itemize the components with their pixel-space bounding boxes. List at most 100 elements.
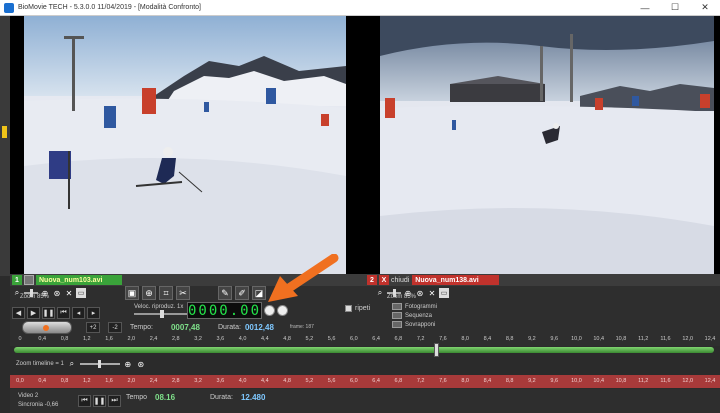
repeat-option[interactable]: ripeti	[345, 305, 370, 312]
sync-label: Sincronia -0,66	[18, 402, 59, 408]
bottom-forward-icon[interactable]: ⏭	[108, 395, 121, 407]
clock-buttons	[264, 305, 288, 316]
track-tick: 3,6	[216, 378, 225, 384]
ruler-tick: 11,2	[638, 336, 649, 342]
right-clip-close-icon[interactable]: X	[379, 275, 389, 285]
left-tool-row: ▣ ⊕ ⌗ ✂	[125, 286, 190, 300]
ruler-tick: 5,2	[305, 336, 314, 342]
track-tick: 2,4	[149, 378, 158, 384]
bottom-bar: Video 2 Sincronia -0,66 ⏮ ❚❚ ⏭ Tempo 08.…	[10, 389, 720, 413]
mode-sequenza[interactable]: Sequenza	[392, 312, 437, 319]
scissors-icon[interactable]: ✂	[176, 286, 190, 300]
ruler-tick: 8,0	[461, 336, 469, 342]
ruler-tick: 3,6	[216, 336, 225, 342]
speed-slider[interactable]	[134, 310, 188, 318]
control-panel: ⌕ ⊕ ⊛ ✕ ▭ Zoom 85% ▣ ⊕ ⌗ ✂ ✎ ✐ ◪ ⌕ ⊕ ⊛ ✕…	[10, 286, 720, 336]
right-clip-close-label[interactable]: chiudi	[391, 277, 409, 284]
mode-sovrapponi-label: Sovrapponi	[405, 321, 436, 328]
bottom-pause-icon[interactable]: ❚❚	[93, 395, 106, 407]
overlay-icon	[392, 321, 402, 328]
durata-value: 0012,48	[244, 323, 274, 332]
close-button[interactable]: ✕	[690, 0, 720, 16]
film-icon	[392, 303, 402, 310]
right-frame-icon[interactable]: ▭	[439, 288, 449, 298]
ruler-tick: 7,2	[416, 336, 425, 342]
mode-sovrapponi[interactable]: Sovrapponi	[392, 321, 437, 328]
play-icon[interactable]: ▶	[27, 307, 40, 319]
timeline-ruler: 0 0,4 0,8 1,2 1,6 2,0 2,4 2,8 3,2 3,6 4,0 4,4 4,8 5,2…	[10, 336, 720, 346]
timeline-thumb[interactable]	[434, 343, 439, 357]
step-minus-button[interactable]: -2	[108, 322, 122, 333]
draw-icon[interactable]: ✎	[218, 286, 232, 300]
rewind-icon[interactable]: ⏮	[57, 307, 70, 319]
app-icon	[4, 2, 14, 13]
step-back-icon[interactable]: ◀	[12, 307, 25, 319]
mode-sequenza-label: Sequenza	[405, 312, 433, 319]
monitor-icon[interactable]: ▣	[125, 286, 139, 300]
ruler-tick: 0	[18, 336, 22, 342]
ruler-tick: 12,4	[704, 336, 716, 342]
ruler-tick: 2,8	[171, 336, 180, 342]
track-tick: 6,0	[350, 378, 358, 384]
ruler-tick: 10,4	[593, 336, 605, 342]
tools-icon[interactable]: ✕	[64, 288, 74, 298]
frame-forward-icon[interactable]: ▸	[87, 307, 100, 319]
bottom-rewind-icon[interactable]: ⏮	[78, 395, 91, 407]
tempo-value: 0007,48	[170, 323, 200, 332]
track-tick: 11,6	[660, 378, 671, 384]
time-display: 0000.00	[187, 302, 262, 319]
jog-dial[interactable]	[22, 321, 72, 334]
side-marker[interactable]	[2, 126, 7, 138]
clip-2-track[interactable]: 0,0 0,4 0,8 1,2 1,6 2,0 2,4 2,8 3,2 3,6 4,0 4,4 4,8 5…	[10, 375, 720, 388]
timeline-zoom-out-icon[interactable]: ⌕	[67, 359, 77, 369]
step-buttons: +2 -2	[86, 322, 122, 333]
minimize-button[interactable]: —	[630, 0, 660, 16]
zoom-region-icon[interactable]: ⊕	[142, 286, 156, 300]
repeat-checkbox[interactable]	[345, 305, 352, 312]
track-tick: 1,2	[82, 378, 91, 384]
note-icon[interactable]: ✐	[235, 286, 249, 300]
speed-label: Veloc. riproduz. 1x	[134, 304, 184, 310]
frame-back-icon[interactable]: ◂	[72, 307, 85, 319]
ruler-tick: 5,6	[327, 336, 336, 342]
bottom-durata-value: 12.480	[240, 393, 266, 402]
right-zoom-fit-icon[interactable]: ⊛	[415, 288, 425, 298]
eraser-icon[interactable]: ◪	[252, 286, 266, 300]
playback-controls: ◀ ▶ ❚❚ ⏮ ◂ ▸	[12, 307, 100, 319]
timeline-zoom-in-icon[interactable]: ⊕	[123, 359, 133, 369]
timeline-bar[interactable]	[14, 343, 714, 357]
timeline-zoom: Zoom timeline = 1 ⌕ ⊕ ⊛	[16, 359, 146, 369]
video-right[interactable]	[380, 16, 714, 274]
durata-readout: Durata: 0012,48	[218, 323, 274, 332]
stopwatch-reset-icon[interactable]	[277, 305, 288, 316]
frame-icon[interactable]: ▭	[76, 288, 86, 298]
ruler-tick: 10,0	[571, 336, 582, 342]
track-tick: 1,6	[105, 378, 113, 384]
ruler-tick: 2,0	[127, 336, 136, 342]
right-clip-strip: 2 X chiudi Nuova_num138.avi	[365, 274, 720, 286]
video-left[interactable]	[24, 16, 346, 274]
view-modes: Fotogrammi Sequenza Sovrapponi	[392, 303, 437, 328]
stopwatch-start-icon[interactable]	[264, 305, 275, 316]
right-tool-row: ✎ ✐ ◪	[218, 286, 266, 300]
zoom-fit-icon[interactable]: ⊛	[52, 288, 62, 298]
mode-fotogrammi[interactable]: Fotogrammi	[392, 303, 437, 310]
window-title: BioMovie TECH - 5.3.0.0 11/04/2019 - [Mo…	[18, 4, 202, 11]
step-plus-button[interactable]: +2	[86, 322, 100, 333]
pause-icon[interactable]: ❚❚	[42, 307, 55, 319]
maximize-button[interactable]: ☐	[660, 0, 690, 16]
right-zoom-out-icon[interactable]: ⌕	[375, 288, 385, 298]
track-tick: 0,8	[60, 378, 69, 384]
crop-icon[interactable]: ⌗	[159, 286, 173, 300]
timeline-zoom-slider[interactable]	[79, 360, 120, 368]
track-tick: 4,0	[238, 378, 247, 384]
track-tick: 3,2	[194, 378, 202, 384]
ruler-tick: 6,8	[394, 336, 403, 342]
ruler-tick: 8,8	[505, 336, 514, 342]
right-tools-icon[interactable]: ✕	[427, 288, 437, 298]
tempo-label: Tempo:	[130, 324, 153, 331]
timeline-zoom-fit-icon[interactable]: ⊛	[136, 359, 146, 369]
right-clip-number: 2	[367, 275, 377, 285]
left-clip-toggle[interactable]	[24, 275, 34, 285]
track-tick: 7,6	[439, 378, 447, 384]
